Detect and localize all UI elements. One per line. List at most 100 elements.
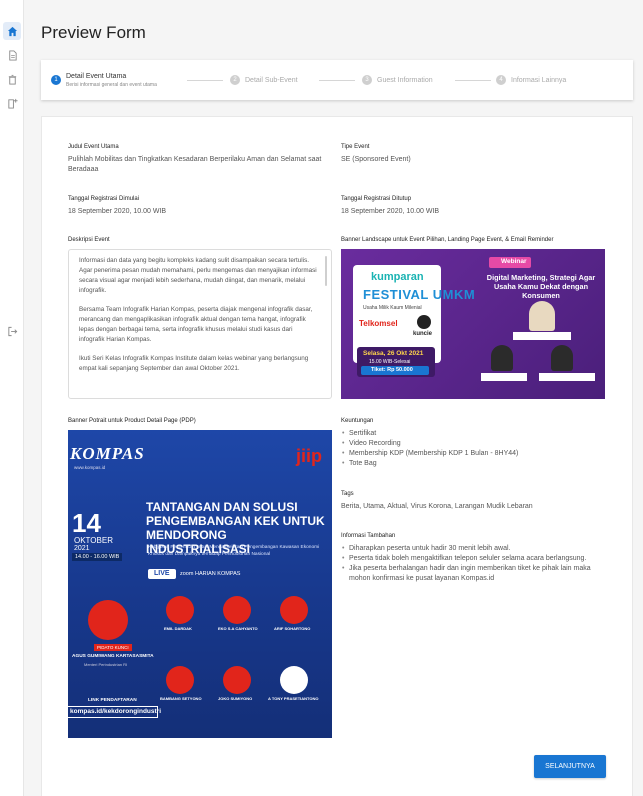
field-label: Judul Event Utama bbox=[68, 144, 119, 150]
step-informasi-lainnya[interactable]: 4 Informasi Lainnya bbox=[496, 60, 566, 100]
step-connector bbox=[455, 79, 491, 81]
step-label: Detail Event Utama bbox=[66, 72, 127, 80]
speaker-name: EMIL DARDAK bbox=[164, 626, 192, 631]
deskripsi-textarea[interactable]: Informasi dan data yang begitu kompleks … bbox=[68, 249, 332, 399]
trash-icon bbox=[8, 74, 16, 85]
kompas-logo: KOMPAS bbox=[70, 444, 145, 463]
speaker-photo bbox=[223, 596, 251, 624]
banner-portrait-image: KOMPAS www.kompas.id jiip 14 OKTOBER 202… bbox=[68, 430, 332, 738]
speaker-photo bbox=[491, 345, 513, 371]
jiip-logo: jiip bbox=[296, 446, 322, 466]
step-label: Guest Information bbox=[377, 76, 433, 84]
deskripsi-paragraph: Informasi dan data yang begitu kompleks … bbox=[79, 257, 317, 294]
step-label: Detail Sub-Event bbox=[245, 76, 298, 84]
textarea-scrollbar[interactable] bbox=[325, 256, 327, 286]
main-area: Preview Form 1 Detail Event Utama Berisi… bbox=[24, 0, 643, 796]
step-number: 4 bbox=[496, 75, 506, 85]
field-label: Informasi Tambahan bbox=[341, 533, 396, 539]
field-tipe-event: Tipe Event SE (Sponsored Event) bbox=[341, 144, 606, 165]
field-tags: Tags Berita, Utama, Aktual, Virus Korona… bbox=[341, 491, 606, 512]
event-time: 15.00 WIB-Selesai bbox=[369, 359, 411, 365]
list-item: Jika peserta berhalangan hadir dan ingin… bbox=[341, 564, 611, 584]
speaker-photo bbox=[166, 666, 194, 694]
field-label: Tanggal Registrasi Dimulai bbox=[68, 196, 140, 202]
speaker-name: A TONY PRASETIANTONO bbox=[268, 696, 319, 701]
speaker-name: ARIF SOHARTONO bbox=[274, 626, 311, 631]
list-item: Sertifikat bbox=[341, 429, 606, 439]
step-number: 2 bbox=[230, 75, 240, 85]
list-item: Diharapkan peserta untuk hadir 30 menit … bbox=[341, 544, 611, 554]
step-number: 3 bbox=[362, 75, 372, 85]
kumparan-logo: kumparan bbox=[371, 271, 424, 283]
logout-icon bbox=[7, 326, 17, 336]
banner-landscape-image: kumparan FESTIVAL UMKM Usaha Milik Kaum … bbox=[341, 249, 605, 399]
label-banner-portrait: Banner Potrait untuk Product Detail Page… bbox=[68, 418, 196, 429]
registration-url: kompas.id/kekdorongindustri bbox=[70, 708, 162, 715]
registration-label: LINK PENDAFTARAN bbox=[88, 698, 137, 703]
live-text: LIVE bbox=[154, 570, 170, 577]
speaker-caption bbox=[481, 373, 527, 381]
event-time: 14.00 - 16.00 WIB bbox=[72, 553, 123, 561]
speaker-caption bbox=[513, 332, 571, 340]
kuncie-mark bbox=[417, 315, 431, 329]
field-label: Tipe Event bbox=[341, 144, 370, 150]
field-judul-event: Judul Event Utama Pulihlah Mobilitas dan… bbox=[68, 144, 333, 175]
speaker-name: EKO S.A CAHYANTO bbox=[218, 626, 258, 631]
preview-card: Judul Event Utama Pulihlah Mobilitas dan… bbox=[41, 116, 633, 796]
field-label: Keuntungan bbox=[341, 418, 374, 424]
ticket-price: Tiket: Rp 50.000 bbox=[371, 367, 413, 373]
field-informasi-tambahan: Informasi Tambahan Diharapkan peserta un… bbox=[341, 533, 611, 584]
label-deskripsi: Deskripsi Event bbox=[68, 237, 110, 248]
field-label: Tanggal Registrasi Ditutup bbox=[341, 196, 412, 202]
field-value: Berita, Utama, Aktual, Virus Korona, Lar… bbox=[341, 503, 533, 510]
page-title: Preview Form bbox=[41, 23, 146, 42]
field-value: Pulihlah Mobilitas dan Tingkatkan Kesada… bbox=[68, 156, 322, 173]
side-nav-rail bbox=[0, 0, 24, 796]
speaker-photo bbox=[280, 596, 308, 624]
telkomsel-logo: Telkomsel bbox=[359, 319, 398, 328]
list-item: Peserta tidak boleh mengaktifkan telepon… bbox=[341, 554, 611, 564]
step-guest-information[interactable]: 3 Guest Information bbox=[362, 60, 433, 100]
nav-documents[interactable] bbox=[3, 46, 21, 64]
field-value: SE (Sponsored Event) bbox=[341, 156, 411, 163]
step-detail-event-utama[interactable]: 1 Detail Event Utama Berisi informasi ge… bbox=[51, 60, 157, 100]
step-connector bbox=[187, 79, 223, 81]
speaker-photo bbox=[280, 666, 308, 694]
field-label: Banner Potrait untuk Product Detail Page… bbox=[68, 418, 196, 424]
nav-add-document[interactable] bbox=[3, 94, 21, 112]
festival-logo: FESTIVAL UMKM bbox=[363, 287, 476, 302]
webinar-badge-text: Webinar bbox=[501, 258, 527, 265]
field-registrasi-ditutup: Tanggal Registrasi Ditutup 18 September … bbox=[341, 196, 606, 217]
speaker-name: JOKO SUMIYONO bbox=[218, 696, 253, 701]
field-label: Tags bbox=[341, 491, 354, 497]
form-stepper: 1 Detail Event Utama Berisi informasi ge… bbox=[41, 60, 633, 100]
keynote-photo bbox=[88, 600, 128, 640]
informasi-list: Diharapkan peserta untuk hadir 30 menit … bbox=[341, 544, 611, 584]
speaker-name: BAMBANG SETYONO bbox=[160, 696, 202, 701]
event-date: Selasa, 26 Okt 2021 bbox=[363, 350, 424, 357]
kuncie-logo: kuncie bbox=[413, 331, 433, 337]
step-sublabel: Berisi informasi general dan event utama bbox=[66, 81, 157, 88]
banner-subheadline: Kebijakan Pemerintah untuk Mengakseleras… bbox=[148, 545, 320, 557]
list-item: Tote Bag bbox=[341, 459, 606, 469]
field-label: Deskripsi Event bbox=[68, 237, 110, 243]
speaker-photo bbox=[166, 596, 194, 624]
keuntungan-list: Sertifikat Video Recording Membership KD… bbox=[341, 429, 606, 469]
field-registrasi-dimulai: Tanggal Registrasi Dimulai 18 September … bbox=[68, 196, 333, 217]
nav-logout[interactable] bbox=[3, 322, 21, 340]
add-document-icon bbox=[7, 98, 18, 109]
festival-sub: Usaha Milik Kaum Milenial bbox=[363, 305, 422, 311]
nav-home[interactable] bbox=[3, 22, 21, 40]
step-label: Informasi Lainnya bbox=[511, 76, 567, 84]
step-connector bbox=[319, 79, 355, 81]
nav-trash[interactable] bbox=[3, 70, 21, 88]
selanjutnya-button[interactable]: SELANJUTNYA bbox=[534, 755, 606, 778]
keynote-role: Menteri Perindustrian RI bbox=[84, 662, 128, 667]
list-item: Membership KDP (Membership KDP 1 Bulan -… bbox=[341, 449, 606, 459]
speaker-photo bbox=[529, 301, 555, 331]
field-value: 18 September 2020, 10.00 WIB bbox=[341, 208, 440, 215]
step-detail-sub-event[interactable]: 2 Detail Sub-Event bbox=[230, 60, 298, 100]
keynote-name: AGUS GUMIWANG KARTASASMITA bbox=[72, 654, 154, 659]
list-item: Video Recording bbox=[341, 439, 606, 449]
step-number: 1 bbox=[51, 75, 61, 85]
